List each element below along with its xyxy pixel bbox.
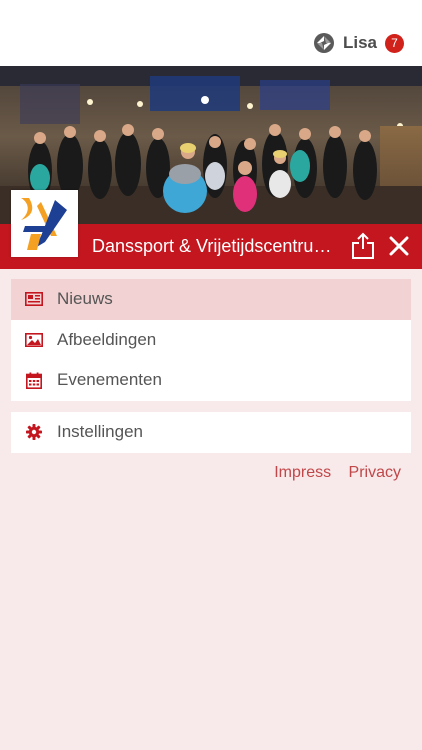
close-icon[interactable] <box>388 235 410 257</box>
menu-item-instellingen[interactable]: Instellingen <box>11 412 411 453</box>
user-avatar-icon <box>313 33 334 53</box>
menu-label-afbeeldingen: Afbeeldingen <box>57 329 157 349</box>
user-menu[interactable]: Lisa 7 <box>313 31 404 55</box>
privacy-link[interactable]: Privacy <box>349 464 401 481</box>
club-name: Danssport & Vrijetijdscentrum Ardos <box>92 236 342 256</box>
menu-label-instellingen: Instellingen <box>57 422 144 442</box>
calendar-icon <box>24 370 44 390</box>
club-logo <box>11 190 78 257</box>
gear-icon <box>24 422 44 442</box>
share-icon[interactable] <box>351 232 375 260</box>
menu-item-nieuws[interactable]: Nieuws <box>11 279 411 320</box>
menu-label-nieuws: Nieuws <box>57 289 113 309</box>
settings-card: Instellingen <box>11 412 411 453</box>
menu-label-evenementen: Evenementen <box>57 370 162 390</box>
menu-item-evenementen[interactable]: Evenementen <box>11 360 411 401</box>
main-menu: Nieuws Afbeeldingen Evenementen <box>11 279 411 401</box>
top-bar: Lisa 7 <box>0 0 422 66</box>
newspaper-icon <box>24 289 44 309</box>
impress-link[interactable]: Impress <box>274 464 331 481</box>
notification-badge[interactable]: 7 <box>385 33 404 53</box>
image-icon <box>24 330 44 350</box>
user-name[interactable]: Lisa <box>343 33 377 53</box>
menu-item-afbeeldingen[interactable]: Afbeeldingen <box>11 320 411 361</box>
footer-links: Impress Privacy <box>261 464 401 482</box>
